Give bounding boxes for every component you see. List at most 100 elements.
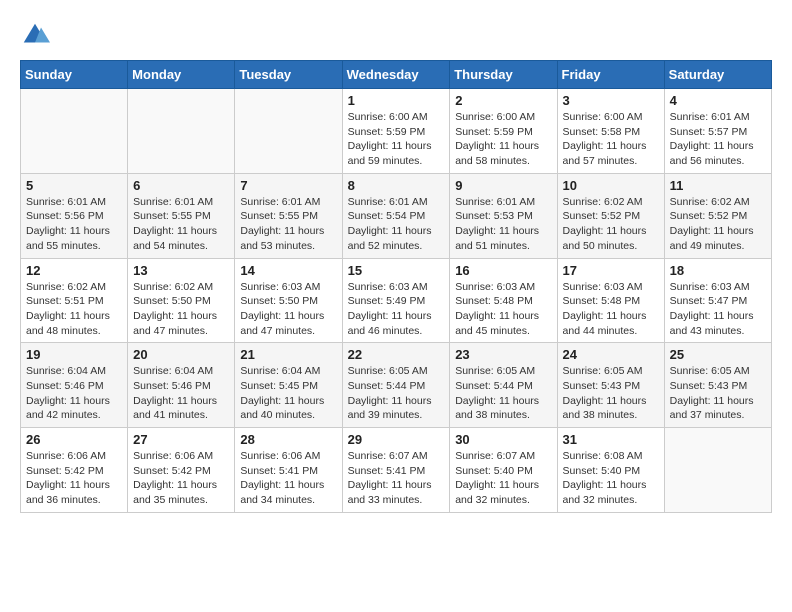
calendar-cell: 7 Sunrise: 6:01 AM Sunset: 5:55 PM Daylig… [235,173,342,258]
day-number: 25 [670,347,766,362]
day-info: Sunrise: 6:00 AM Sunset: 5:59 PM Dayligh… [348,110,445,169]
day-info: Sunrise: 6:06 AM Sunset: 5:42 PM Dayligh… [133,449,229,508]
weekday-header-tuesday: Tuesday [235,61,342,89]
day-number: 20 [133,347,229,362]
calendar-week-5: 26 Sunrise: 6:06 AM Sunset: 5:42 PM Dayli… [21,428,772,513]
calendar-cell [128,89,235,174]
day-number: 13 [133,263,229,278]
weekday-header-sunday: Sunday [21,61,128,89]
day-number: 8 [348,178,445,193]
day-info: Sunrise: 6:03 AM Sunset: 5:49 PM Dayligh… [348,280,445,339]
day-info: Sunrise: 6:03 AM Sunset: 5:48 PM Dayligh… [455,280,551,339]
day-info: Sunrise: 6:01 AM Sunset: 5:53 PM Dayligh… [455,195,551,254]
page-header [20,20,772,50]
day-info: Sunrise: 6:02 AM Sunset: 5:50 PM Dayligh… [133,280,229,339]
calendar-cell: 18 Sunrise: 6:03 AM Sunset: 5:47 PM Dayli… [664,258,771,343]
day-info: Sunrise: 6:06 AM Sunset: 5:42 PM Dayligh… [26,449,122,508]
weekday-header-saturday: Saturday [664,61,771,89]
logo-icon [20,20,50,50]
calendar-cell: 23Sunrise: 6:05 AM Sunset: 5:44 PM Dayli… [450,343,557,428]
calendar-cell: 9 Sunrise: 6:01 AM Sunset: 5:53 PM Daylig… [450,173,557,258]
calendar-cell: 5Sunrise: 6:01 AM Sunset: 5:56 PM Daylig… [21,173,128,258]
day-number: 2 [455,93,551,108]
day-number: 9 [455,178,551,193]
day-number: 21 [240,347,336,362]
calendar-cell: 10 Sunrise: 6:02 AM Sunset: 5:52 PM Dayli… [557,173,664,258]
day-number: 15 [348,263,445,278]
day-number: 23 [455,347,551,362]
day-info: Sunrise: 6:01 AM Sunset: 5:55 PM Dayligh… [240,195,336,254]
day-info: Sunrise: 6:04 AM Sunset: 5:46 PM Dayligh… [26,364,122,423]
calendar-cell: 17 Sunrise: 6:03 AM Sunset: 5:48 PM Dayli… [557,258,664,343]
day-number: 30 [455,432,551,447]
calendar-cell: 4 Sunrise: 6:01 AM Sunset: 5:57 PM Daylig… [664,89,771,174]
calendar-cell: 30 Sunrise: 6:07 AM Sunset: 5:40 PM Dayli… [450,428,557,513]
calendar-cell: 25 Sunrise: 6:05 AM Sunset: 5:43 PM Dayli… [664,343,771,428]
day-info: Sunrise: 6:04 AM Sunset: 5:46 PM Dayligh… [133,364,229,423]
day-info: Sunrise: 6:05 AM Sunset: 5:43 PM Dayligh… [670,364,766,423]
day-number: 24 [563,347,659,362]
day-info: Sunrise: 6:07 AM Sunset: 5:41 PM Dayligh… [348,449,445,508]
calendar-cell: 11 Sunrise: 6:02 AM Sunset: 5:52 PM Dayli… [664,173,771,258]
calendar-cell: 14 Sunrise: 6:03 AM Sunset: 5:50 PM Dayli… [235,258,342,343]
day-number: 18 [670,263,766,278]
day-info: Sunrise: 6:04 AM Sunset: 5:45 PM Dayligh… [240,364,336,423]
day-info: Sunrise: 6:08 AM Sunset: 5:40 PM Dayligh… [563,449,659,508]
calendar-header-row: SundayMondayTuesdayWednesdayThursdayFrid… [21,61,772,89]
calendar-cell: 12Sunrise: 6:02 AM Sunset: 5:51 PM Dayli… [21,258,128,343]
day-number: 17 [563,263,659,278]
calendar-cell: 29 Sunrise: 6:07 AM Sunset: 5:41 PM Dayli… [342,428,450,513]
day-info: Sunrise: 6:02 AM Sunset: 5:52 PM Dayligh… [670,195,766,254]
calendar-cell: 31Sunrise: 6:08 AM Sunset: 5:40 PM Dayli… [557,428,664,513]
day-info: Sunrise: 6:03 AM Sunset: 5:48 PM Dayligh… [563,280,659,339]
day-number: 29 [348,432,445,447]
calendar-cell: 3 Sunrise: 6:00 AM Sunset: 5:58 PM Daylig… [557,89,664,174]
day-number: 11 [670,178,766,193]
calendar-week-4: 19 Sunrise: 6:04 AM Sunset: 5:46 PM Dayli… [21,343,772,428]
calendar-week-2: 5Sunrise: 6:01 AM Sunset: 5:56 PM Daylig… [21,173,772,258]
day-number: 1 [348,93,445,108]
calendar-cell: 22 Sunrise: 6:05 AM Sunset: 5:44 PM Dayli… [342,343,450,428]
day-info: Sunrise: 6:01 AM Sunset: 5:57 PM Dayligh… [670,110,766,169]
day-info: Sunrise: 6:07 AM Sunset: 5:40 PM Dayligh… [455,449,551,508]
weekday-header-monday: Monday [128,61,235,89]
calendar-cell: 20 Sunrise: 6:04 AM Sunset: 5:46 PM Dayli… [128,343,235,428]
day-info: Sunrise: 6:03 AM Sunset: 5:50 PM Dayligh… [240,280,336,339]
day-number: 4 [670,93,766,108]
calendar-cell: 16 Sunrise: 6:03 AM Sunset: 5:48 PM Dayli… [450,258,557,343]
calendar-cell: 1 Sunrise: 6:00 AM Sunset: 5:59 PM Daylig… [342,89,450,174]
day-info: Sunrise: 6:00 AM Sunset: 5:59 PM Dayligh… [455,110,551,169]
day-info: Sunrise: 6:06 AM Sunset: 5:41 PM Dayligh… [240,449,336,508]
calendar-cell: 21 Sunrise: 6:04 AM Sunset: 5:45 PM Dayli… [235,343,342,428]
calendar-body: 1 Sunrise: 6:00 AM Sunset: 5:59 PM Daylig… [21,89,772,513]
day-number: 28 [240,432,336,447]
day-info: Sunrise: 6:01 AM Sunset: 5:55 PM Dayligh… [133,195,229,254]
calendar-week-1: 1 Sunrise: 6:00 AM Sunset: 5:59 PM Daylig… [21,89,772,174]
day-number: 10 [563,178,659,193]
day-number: 16 [455,263,551,278]
weekday-header-wednesday: Wednesday [342,61,450,89]
day-info: Sunrise: 6:05 AM Sunset: 5:44 PM Dayligh… [348,364,445,423]
calendar-cell: 24 Sunrise: 6:05 AM Sunset: 5:43 PM Dayli… [557,343,664,428]
calendar-cell: 27Sunrise: 6:06 AM Sunset: 5:42 PM Dayli… [128,428,235,513]
day-number: 14 [240,263,336,278]
calendar-cell: 8 Sunrise: 6:01 AM Sunset: 5:54 PM Daylig… [342,173,450,258]
day-number: 3 [563,93,659,108]
day-number: 22 [348,347,445,362]
day-info: Sunrise: 6:02 AM Sunset: 5:52 PM Dayligh… [563,195,659,254]
day-info: Sunrise: 6:05 AM Sunset: 5:43 PM Dayligh… [563,364,659,423]
day-number: 7 [240,178,336,193]
calendar-cell: 28 Sunrise: 6:06 AM Sunset: 5:41 PM Dayli… [235,428,342,513]
day-info: Sunrise: 6:01 AM Sunset: 5:54 PM Dayligh… [348,195,445,254]
calendar-cell [664,428,771,513]
calendar-cell: 6Sunrise: 6:01 AM Sunset: 5:55 PM Daylig… [128,173,235,258]
day-info: Sunrise: 6:03 AM Sunset: 5:47 PM Dayligh… [670,280,766,339]
calendar-week-3: 12Sunrise: 6:02 AM Sunset: 5:51 PM Dayli… [21,258,772,343]
weekday-header-thursday: Thursday [450,61,557,89]
day-number: 12 [26,263,122,278]
day-info: Sunrise: 6:01 AM Sunset: 5:56 PM Dayligh… [26,195,122,254]
calendar-cell: 2 Sunrise: 6:00 AM Sunset: 5:59 PM Daylig… [450,89,557,174]
day-number: 19 [26,347,122,362]
day-info: Sunrise: 6:00 AM Sunset: 5:58 PM Dayligh… [563,110,659,169]
day-number: 26 [26,432,122,447]
